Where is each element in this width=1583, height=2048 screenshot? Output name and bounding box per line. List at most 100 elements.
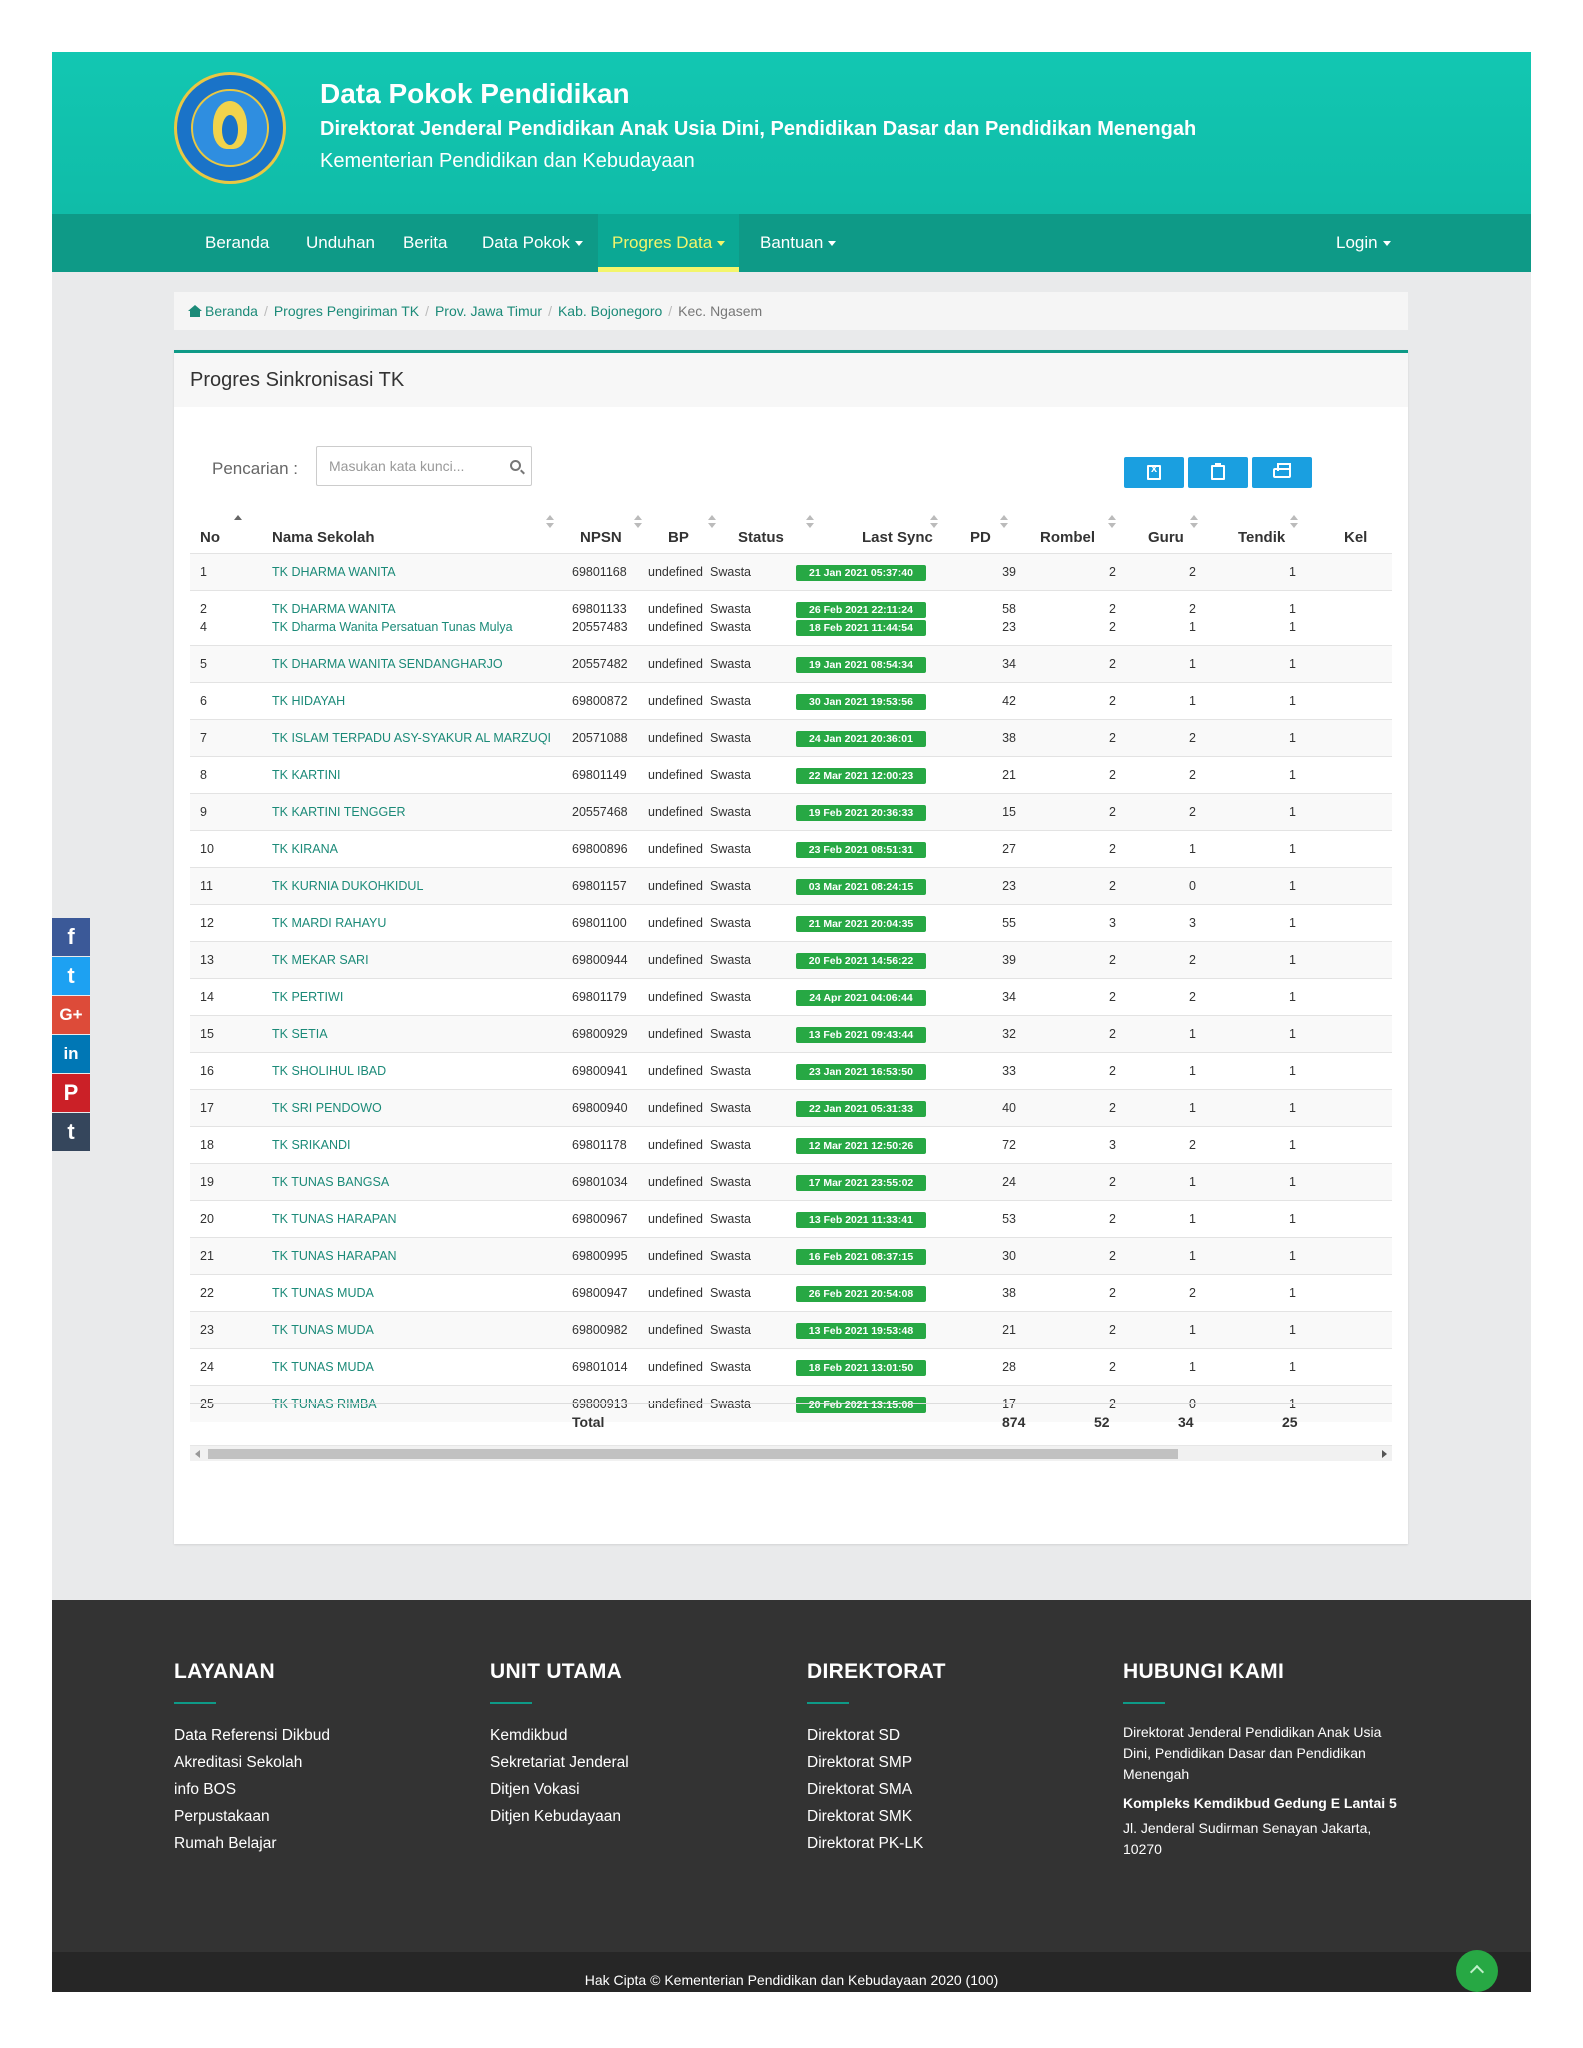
breadcrumb-kabupaten[interactable]: Kab. Bojonegoro: [558, 303, 662, 319]
cell-no: 5: [200, 657, 207, 671]
cell-tendik: 1: [1289, 565, 1296, 579]
col-label: PD: [970, 529, 991, 546]
footer-divider: [490, 1702, 532, 1704]
cell-status: Swasta: [710, 731, 751, 745]
cell-name[interactable]: TK PERTIWI: [272, 979, 343, 1016]
cell-name[interactable]: TK DHARMA WANITA: [272, 554, 396, 591]
cell-name[interactable]: TK ISLAM TERPADU ASY-SYAKUR AL MARZUQI: [272, 720, 551, 757]
footer-link[interactable]: Rumah Belajar: [174, 1830, 454, 1857]
nav-bantuan[interactable]: Bantuan: [746, 214, 850, 272]
cell-status: Swasta: [710, 805, 751, 819]
cell-pd: 27: [1002, 842, 1016, 856]
tumblr-icon[interactable]: t: [52, 1113, 90, 1151]
cell-name[interactable]: TK SHOLIHUL IBAD: [272, 1053, 386, 1090]
cell-name[interactable]: TK TUNAS MUDA: [272, 1312, 374, 1349]
facebook-icon[interactable]: f: [52, 918, 90, 956]
print-button[interactable]: [1252, 457, 1312, 488]
cell-name[interactable]: TK TUNAS HARAPAN: [272, 1201, 397, 1238]
nav-unduhan[interactable]: Unduhan: [292, 214, 389, 272]
nav-login[interactable]: Login: [1322, 214, 1405, 272]
cell-name[interactable]: TK KARTINI TENGGER: [272, 794, 406, 831]
footer-link[interactable]: Direktorat PK-LK: [807, 1830, 1087, 1857]
col-header-rombel[interactable]: Rombel: [1040, 501, 1095, 553]
cell-guru: 1: [1189, 1212, 1196, 1226]
google-plus-icon[interactable]: G+: [52, 996, 90, 1034]
cell-name[interactable]: TK Dharma Wanita Persatuan Tunas Mulya: [272, 619, 513, 635]
scrollbar-thumb[interactable]: [208, 1449, 1178, 1459]
footer-link[interactable]: Ditjen Vokasi: [490, 1776, 770, 1803]
tut-wuri-handayani-logo[interactable]: [174, 72, 286, 184]
cell-guru: 2: [1189, 602, 1196, 616]
site-title[interactable]: Data Pokok Pendidikan: [320, 78, 630, 110]
cell-sync: 13 Feb 2021 09:43:44: [796, 1016, 926, 1053]
cell-name[interactable]: TK KIRANA: [272, 831, 338, 868]
cell-no: 22: [200, 1286, 214, 1300]
col-header-bp[interactable]: BP: [668, 501, 689, 553]
footer-link[interactable]: info BOS: [174, 1776, 454, 1803]
breadcrumb-provinsi[interactable]: Prov. Jawa Timur: [435, 303, 542, 319]
horizontal-scrollbar[interactable]: [190, 1445, 1392, 1461]
col-header-last-sync[interactable]: Last Sync: [862, 501, 933, 553]
footer-link[interactable]: Ditjen Kebudayaan: [490, 1803, 770, 1830]
cell-status: Swasta: [710, 990, 751, 1004]
cell-name[interactable]: TK KURNIA DUKOHKIDUL: [272, 868, 423, 905]
copy-clipboard-button[interactable]: [1188, 457, 1248, 488]
breadcrumb-separator: /: [548, 303, 552, 319]
table-row: 24 TK TUNAS MUDA 69801014 undefined Swasta 18…: [190, 1348, 1392, 1385]
back-to-top-button[interactable]: [1456, 1950, 1498, 1992]
export-excel-button[interactable]: [1124, 457, 1184, 488]
breadcrumb-progres-tk[interactable]: Progres Pengiriman TK: [274, 303, 419, 319]
col-header-nama[interactable]: Nama Sekolah: [272, 501, 375, 553]
cell-name[interactable]: TK SETIA: [272, 1016, 328, 1053]
cell-name[interactable]: TK TUNAS MUDA: [272, 1349, 374, 1386]
cell-name[interactable]: TK TUNAS BANGSA: [272, 1164, 389, 1201]
nav-beranda[interactable]: Beranda: [191, 214, 283, 272]
cell-no: 15: [200, 1027, 214, 1041]
footer-link[interactable]: Direktorat SMK: [807, 1803, 1087, 1830]
footer-link[interactable]: Data Referensi Dikbud: [174, 1722, 454, 1749]
cell-name[interactable]: TK MEKAR SARI: [272, 942, 369, 979]
cell-name[interactable]: TK SRI PENDOWO: [272, 1090, 382, 1127]
cell-name[interactable]: TK MARDI RAHAYU: [272, 905, 386, 942]
footer-link[interactable]: Direktorat SMP: [807, 1749, 1087, 1776]
nav-data-pokok[interactable]: Data Pokok: [468, 214, 597, 272]
footer-link[interactable]: Kemdikbud: [490, 1722, 770, 1749]
cell-name[interactable]: TK DHARMA WANITA SENDANGHARJO: [272, 646, 503, 683]
col-header-pd[interactable]: PD: [970, 501, 991, 553]
sort-icon: [1108, 515, 1116, 529]
col-header-no[interactable]: No: [200, 501, 220, 553]
breadcrumb-beranda[interactable]: Beranda: [205, 303, 258, 319]
nav-progres-data[interactable]: Progres Data: [598, 214, 740, 272]
col-header-guru[interactable]: Guru: [1148, 501, 1184, 553]
footer-link[interactable]: Perpustakaan: [174, 1803, 454, 1830]
logo-flame-core: [222, 115, 238, 145]
main-navbar: Beranda Unduhan Berita Data Pokok Progre…: [52, 214, 1531, 272]
scroll-right-arrow-icon[interactable]: [1382, 1450, 1387, 1458]
cell-name[interactable]: TK KARTINI: [272, 757, 341, 794]
search-input[interactable]: Masukan kata kunci...: [316, 446, 532, 486]
col-header-npsn[interactable]: NPSN: [580, 501, 622, 553]
linkedin-icon[interactable]: in: [52, 1035, 90, 1073]
sort-icon: [1190, 515, 1198, 529]
cell-name[interactable]: TK HIDAYAH: [272, 683, 345, 720]
twitter-icon[interactable]: t: [52, 957, 90, 995]
pinterest-icon[interactable]: P: [52, 1074, 90, 1112]
cell-name[interactable]: TK TUNAS HARAPAN: [272, 1238, 397, 1275]
cell-name[interactable]: TK SRIKANDI: [272, 1127, 351, 1164]
footer-layanan: LAYANAN Data Referensi Dikbud Akreditasi…: [174, 1660, 454, 1857]
footer-link[interactable]: Akreditasi Sekolah: [174, 1749, 454, 1776]
cell-status: Swasta: [710, 602, 751, 616]
cell-tendik: 1: [1289, 1175, 1296, 1189]
cell-name[interactable]: TK DHARMA WANITA: [272, 601, 396, 617]
footer-link[interactable]: Sekretariat Jenderal: [490, 1749, 770, 1776]
cell-name[interactable]: TK TUNAS MUDA: [272, 1275, 374, 1312]
col-header-status[interactable]: Status: [738, 501, 784, 553]
footer-link[interactable]: Direktorat SD: [807, 1722, 1087, 1749]
nav-berita[interactable]: Berita: [389, 214, 461, 272]
col-header-kel[interactable]: Kel: [1344, 501, 1367, 553]
sort-icon: [634, 515, 642, 529]
col-header-tendik[interactable]: Tendik: [1238, 501, 1285, 553]
footer-title: LAYANAN: [174, 1660, 275, 1683]
scroll-left-arrow-icon[interactable]: [195, 1450, 200, 1458]
footer-link[interactable]: Direktorat SMA: [807, 1776, 1087, 1803]
